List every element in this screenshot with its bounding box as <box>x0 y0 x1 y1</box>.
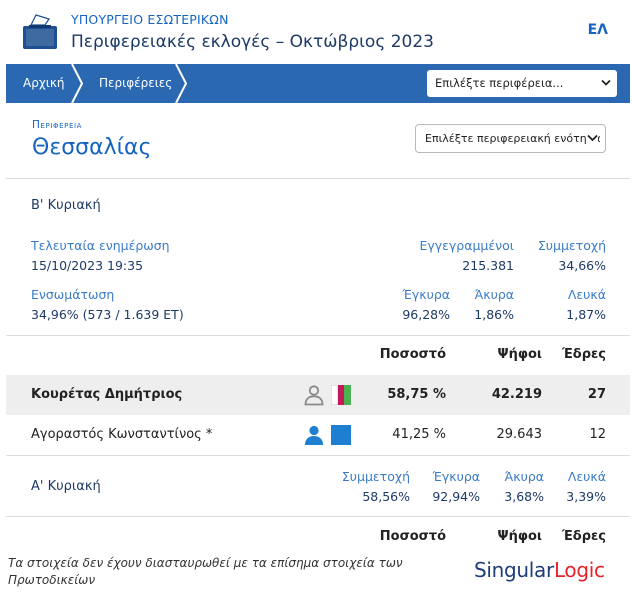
party-colors-icon <box>331 425 351 445</box>
candidate-seats: 27 <box>587 387 606 402</box>
region-select-value: Επιλέξτε περιφέρεια... <box>435 76 564 90</box>
ballot-box-icon[interactable] <box>22 12 58 50</box>
divider <box>6 178 630 179</box>
candidate-percent: 58,75 % <box>387 387 446 402</box>
language-switch[interactable]: ΕΛ <box>588 22 608 38</box>
candidate-percent: 41,25 % <box>392 427 446 442</box>
divider <box>6 455 630 456</box>
person-filled-icon <box>305 425 323 445</box>
registered-label: Εγγεγραμμένοι <box>419 238 514 253</box>
blank-label: Λευκά <box>567 287 606 302</box>
site-header: ΥΠΟΥΡΓΕΙΟ ΕΣΩΤΕΡΙΚΩΝ Περιφερειακές εκλογ… <box>0 0 632 64</box>
singularlogic-logo[interactable]: SingularLogic <box>474 558 605 582</box>
region-label: Περιφερεια <box>32 119 83 131</box>
integration-value: 34,96% (573 / 1.639 ΕΤ) <box>31 307 184 322</box>
candidate-name: Κουρέτας Δημήτριος <box>31 387 183 402</box>
breadcrumb-home[interactable]: Αρχική <box>23 64 65 103</box>
round-a-blank-value: 3,39% <box>566 489 606 504</box>
candidate-votes: 29.643 <box>496 427 543 442</box>
column-header-seats: Έδρες <box>561 347 606 362</box>
integration-label: Ενσωμάτωση <box>31 287 115 302</box>
valid-label: Έγκυρα <box>402 287 451 302</box>
region-name: Θεσσαλίας <box>32 135 152 160</box>
ministry-name: ΥΠΟΥΡΓΕΙΟ ΕΣΩΤΕΡΙΚΩΝ <box>71 12 229 27</box>
round-a-blank-label: Λευκά <box>567 469 606 484</box>
last-update-value: 15/10/2023 19:35 <box>31 258 144 273</box>
brand-part-singular: Singular <box>474 558 554 582</box>
candidate-votes: 42.219 <box>491 387 542 402</box>
divider <box>6 516 630 517</box>
column-header-percent: Ποσοστό <box>379 529 446 544</box>
region-header: Περιφερεια Θεσσαλίας Επιλέξτε περιφερεια… <box>6 103 630 178</box>
regional-unit-select-value: Επιλέξτε περιφερειακή ενότητα <box>425 132 601 145</box>
last-update-label: Τελευταία ενημέρωση <box>31 238 170 253</box>
disclaimer-text: Τα στοιχεία δεν έχουν διασταυρωθεί με τα… <box>8 556 403 587</box>
person-outline-icon <box>304 385 324 406</box>
brand-part-logic: Logic <box>553 558 605 582</box>
column-header-seats: Έδρες <box>561 529 606 544</box>
chevron-down-icon <box>601 79 611 86</box>
invalid-label: Άκυρα <box>474 287 514 302</box>
round-a-valid-label: Έγκυρα <box>432 469 481 484</box>
breadcrumb-navbar: Αρχική Περιφέρειες Επιλέξτε περιφέρεια..… <box>6 64 630 103</box>
round-a-title: Α' Κυριακή <box>31 479 101 494</box>
divider <box>6 335 630 336</box>
valid-value: 96,28% <box>402 307 450 322</box>
invalid-value: 1,86% <box>474 307 514 322</box>
chevron-down-icon <box>587 134 598 142</box>
breadcrumb-regions[interactable]: Περιφέρειες <box>99 64 172 103</box>
turnout-value: 34,66% <box>558 258 606 273</box>
round-a-turnout-value: 58,56% <box>362 489 410 504</box>
round-a-valid-value: 92,94% <box>432 489 480 504</box>
column-header-percent: Ποσοστό <box>379 347 446 362</box>
region-select[interactable]: Επιλέξτε περιφέρεια... <box>427 70 617 97</box>
round-a-turnout-label: Συμμετοχή <box>341 469 410 484</box>
column-header-votes: Ψήφοι <box>497 529 542 544</box>
candidate-name: Αγοραστός Κωνσταντίνος * <box>31 427 213 442</box>
regional-unit-select[interactable]: Επιλέξτε περιφερειακή ενότητα <box>415 124 606 153</box>
breadcrumb-chevron-icon <box>175 64 188 103</box>
column-header-votes: Ψήφοι <box>497 347 542 362</box>
turnout-label: Συμμετοχή <box>537 238 606 253</box>
site-title[interactable]: Περιφερειακές εκλογές – Οκτώβριος 2023 <box>71 32 434 52</box>
candidate-seats: 12 <box>589 427 606 442</box>
breadcrumb-chevron-icon <box>71 64 84 103</box>
blank-value: 1,87% <box>566 307 606 322</box>
party-colors-icon <box>331 385 351 405</box>
round-b-title: Β' Κυριακή <box>31 198 101 213</box>
registered-value: 215.381 <box>462 258 514 273</box>
